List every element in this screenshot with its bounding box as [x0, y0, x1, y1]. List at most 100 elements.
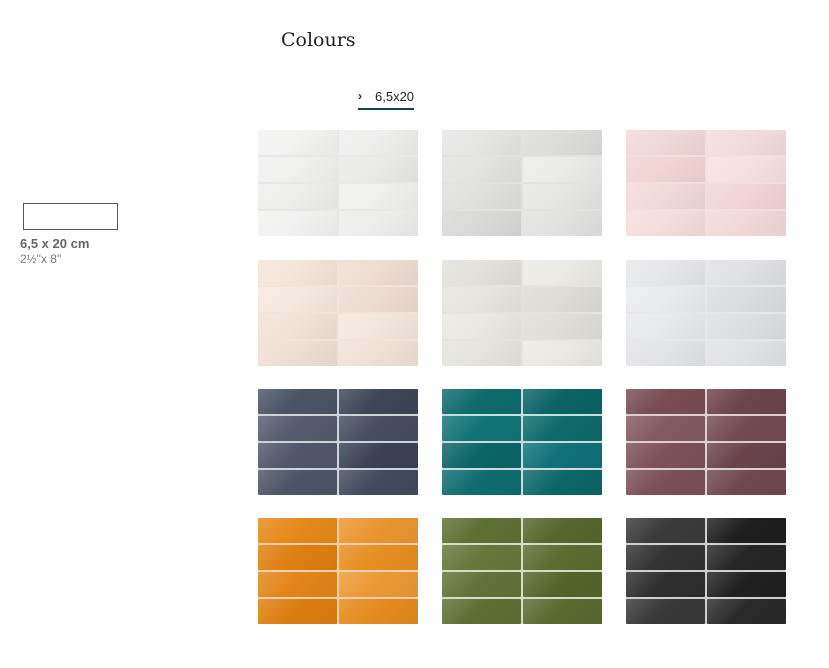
tile-brick: [339, 287, 418, 312]
tile-brick: [258, 572, 337, 597]
tile-brick: [523, 341, 602, 366]
tile-brick: [523, 416, 602, 441]
tile-brick: [626, 260, 705, 285]
tile-brick: [258, 260, 337, 285]
tile-brick: [626, 443, 705, 468]
colour-swatch-teal[interactable]: [442, 389, 602, 495]
tile-brick: [707, 314, 786, 339]
tile-brick: [339, 416, 418, 441]
tile-brick: [258, 599, 337, 624]
tile-brick: [258, 416, 337, 441]
colour-swatch-white[interactable]: [258, 130, 418, 236]
tile-brick: [258, 314, 337, 339]
tile-brick: [258, 157, 337, 182]
tile-brick: [707, 389, 786, 414]
tile-brick: [523, 470, 602, 495]
tile-brick: [442, 157, 521, 182]
colour-swatch-light-grey[interactable]: [442, 130, 602, 236]
tile-brick: [258, 389, 337, 414]
tile-brick: [339, 211, 418, 236]
tile-brick: [442, 211, 521, 236]
tile-brick: [442, 443, 521, 468]
tile-brick: [442, 416, 521, 441]
tile-brick: [626, 389, 705, 414]
size-tab-6-5x20[interactable]: › 6,5x20: [358, 86, 415, 110]
tile-brick: [442, 470, 521, 495]
tile-brick: [626, 470, 705, 495]
tile-brick: [442, 341, 521, 366]
size-metric-label: 6,5 x 20 cm: [20, 236, 90, 251]
tile-brick: [339, 130, 418, 155]
tile-brick: [258, 518, 337, 543]
tile-brick: [707, 599, 786, 624]
tile-brick: [258, 287, 337, 312]
tile-brick: [258, 443, 337, 468]
tile-brick: [523, 443, 602, 468]
tile-brick: [339, 470, 418, 495]
tile-brick: [707, 416, 786, 441]
page-title: Colours: [281, 29, 356, 51]
tile-brick: [626, 416, 705, 441]
tile-brick: [523, 211, 602, 236]
tile-brick: [339, 599, 418, 624]
size-imperial-label: 2½"x 8": [20, 252, 62, 266]
tile-brick: [339, 260, 418, 285]
tile-brick: [258, 341, 337, 366]
tile-brick: [339, 157, 418, 182]
size-option-panel: 6,5 x 20 cm 2½"x 8": [20, 203, 150, 266]
tile-brick: [626, 314, 705, 339]
tile-brick: [523, 130, 602, 155]
tile-brick: [523, 389, 602, 414]
tile-brick: [442, 260, 521, 285]
tile-brick: [707, 211, 786, 236]
tile-brick: [523, 260, 602, 285]
tile-brick: [707, 443, 786, 468]
tile-brick: [339, 341, 418, 366]
colour-swatch-grid: [258, 130, 786, 624]
size-tab-label: 6,5x20: [375, 88, 415, 104]
tile-brick: [339, 184, 418, 209]
tile-brick: [626, 518, 705, 543]
tile-brick: [707, 157, 786, 182]
tile-brick: [626, 184, 705, 209]
tile-brick: [339, 518, 418, 543]
tile-brick: [523, 518, 602, 543]
tile-brick: [442, 184, 521, 209]
tile-brick: [523, 157, 602, 182]
tile-brick: [523, 314, 602, 339]
tile-brick: [442, 389, 521, 414]
tile-brick: [523, 599, 602, 624]
tile-brick: [707, 130, 786, 155]
tile-brick: [258, 211, 337, 236]
tile-brick: [339, 545, 418, 570]
colour-swatch-orange[interactable]: [258, 518, 418, 624]
tile-brick: [523, 572, 602, 597]
tile-brick: [442, 287, 521, 312]
tile-brick: [442, 599, 521, 624]
colour-swatch-beige[interactable]: [258, 260, 418, 366]
colour-swatch-pink[interactable]: [626, 130, 786, 236]
tile-brick: [626, 545, 705, 570]
tile-brick: [707, 341, 786, 366]
tile-brick: [258, 184, 337, 209]
colour-swatch-plum[interactable]: [626, 389, 786, 495]
colour-swatch-black[interactable]: [626, 518, 786, 624]
tile-brick: [442, 545, 521, 570]
tile-brick: [523, 545, 602, 570]
tile-brick: [707, 545, 786, 570]
tile-brick: [258, 545, 337, 570]
size-format-swatch[interactable]: [23, 203, 118, 230]
tile-brick: [523, 287, 602, 312]
tile-brick: [707, 470, 786, 495]
colour-swatch-pale-grey[interactable]: [626, 260, 786, 366]
tile-brick: [339, 443, 418, 468]
colour-swatch-ivory[interactable]: [442, 260, 602, 366]
colour-swatch-green[interactable]: [442, 518, 602, 624]
tile-brick: [626, 572, 705, 597]
tile-brick: [339, 389, 418, 414]
tile-brick: [339, 314, 418, 339]
tile-brick: [626, 599, 705, 624]
tile-brick: [707, 184, 786, 209]
colour-swatch-navy[interactable]: [258, 389, 418, 495]
tile-brick: [707, 572, 786, 597]
